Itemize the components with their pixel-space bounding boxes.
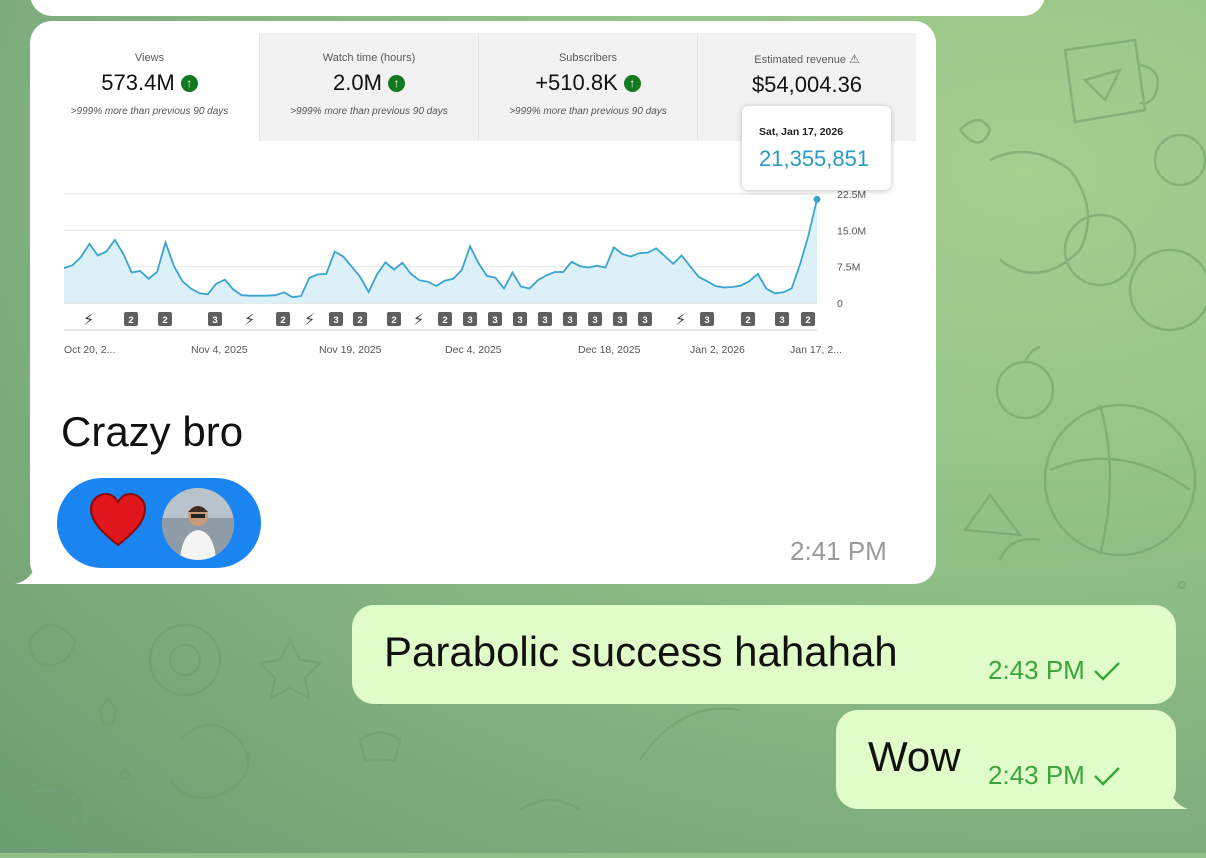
sent-check-icon: [1093, 766, 1120, 786]
stat-label: Subscribers: [558, 52, 618, 64]
chart-area-fill: [64, 199, 817, 303]
upload-count-label: 3: [467, 315, 472, 326]
upload-count-label: 2: [745, 315, 750, 326]
stat-label: Views: [134, 52, 165, 64]
shorts-marker-icon: ⚡: [675, 310, 686, 329]
x-tick-label: Nov 4, 2025: [191, 344, 248, 356]
outgoing-bubble-tail: [1150, 784, 1188, 809]
upload-count-label: 2: [280, 315, 285, 326]
shorts-marker-icon: ⚡: [83, 310, 94, 329]
stat-value: +510.8K: [535, 70, 618, 95]
y-tick-label: 7.5M: [837, 262, 860, 274]
stat-label: Watch time (hours): [322, 52, 416, 64]
stat-compare: >999% more than previous 90 days: [290, 106, 448, 117]
upload-count-label: 2: [162, 315, 167, 326]
sent-check-icon: [1093, 661, 1120, 681]
upload-count-label: 3: [212, 315, 217, 326]
stat-subscribers: Subscribers +510.8K ↑ >999% more than pre…: [478, 33, 697, 141]
stat-value: $54,004.36: [751, 72, 863, 97]
x-tick-label: Dec 4, 2025: [445, 344, 502, 356]
outgoing-message-text: Parabolic success hahahah: [384, 628, 898, 675]
message-timestamp: 2:43 PM: [988, 760, 1085, 790]
upload-count-label: 3: [567, 315, 572, 326]
tooltip-date: Sat, Jan 17, 2026: [759, 126, 844, 138]
stat-compare: >999% more than previous 90 days: [509, 106, 667, 117]
upload-count-label: 3: [542, 315, 547, 326]
stat-value: 573.4M: [101, 70, 175, 95]
y-tick-label: 15.0M: [837, 225, 866, 237]
outgoing-message-text: Wow: [868, 733, 961, 780]
shorts-marker-icon: ⚡: [413, 310, 424, 329]
tooltip-value: 21,355,851: [759, 146, 870, 171]
stat-compare: >999% more than previous 90 days: [70, 106, 229, 117]
x-tick-label: Jan 2, 2026: [690, 344, 745, 356]
upload-count-label: 3: [779, 315, 784, 326]
x-tick-label: Dec 18, 2025: [578, 344, 641, 356]
upload-count-label: 2: [805, 315, 810, 326]
outgoing-message-bubble[interactable]: Wow 2:43 PM: [836, 710, 1176, 809]
upload-count-label: 2: [442, 315, 447, 326]
upload-count-label: 3: [592, 315, 597, 326]
highlighted-point: [813, 195, 821, 203]
chart-tooltip: Sat, Jan 17, 2026 21,355,851: [742, 106, 891, 190]
heart-icon: [89, 492, 147, 547]
stat-label: Estimated revenue: [754, 54, 846, 66]
analytics-screenshot-image[interactable]: Views 573.4M ↑ >999% more than previous 9…: [40, 33, 916, 378]
shorts-marker-icon: ⚡: [304, 310, 315, 329]
incoming-message-text: Crazy bro: [61, 408, 244, 455]
arrow-up-circle-icon: ↑: [387, 74, 405, 92]
message-timestamp: 2:41 PM: [790, 536, 887, 566]
x-tick-label: Nov 19, 2025: [319, 344, 382, 356]
stat-views: Views 573.4M ↑ >999% more than previous 9…: [40, 33, 259, 141]
stat-value: 2.0M: [333, 70, 382, 95]
y-tick-label: 0: [837, 298, 843, 310]
message-timestamp: 2:43 PM: [988, 655, 1085, 685]
stat-watch-time: Watch time (hours) 2.0M ↑ >999% more than…: [259, 33, 478, 141]
upload-count-label: 3: [617, 315, 622, 326]
avatar[interactable]: [162, 488, 234, 560]
y-tick-label: 22.5M: [837, 189, 866, 201]
upload-count-label: 3: [704, 315, 709, 326]
upload-count-label: 3: [517, 315, 522, 326]
upload-count-label: 3: [333, 315, 338, 326]
upload-count-label: 3: [642, 315, 647, 326]
warning-triangle-icon: ⚠: [848, 52, 860, 66]
upload-count-label: 2: [128, 315, 133, 326]
arrow-up-circle-icon: ↑: [623, 74, 641, 92]
previous-message-bubble: [30, 0, 1045, 16]
arrow-up-circle-icon: ↑: [180, 74, 198, 92]
x-tick-label: Jan 17, 2...: [790, 344, 842, 356]
upload-count-label: 3: [492, 315, 497, 326]
outgoing-message-bubble[interactable]: Parabolic success hahahah 2:43 PM: [352, 605, 1176, 704]
shorts-marker-icon: ⚡: [244, 310, 255, 329]
reaction-pill[interactable]: [57, 478, 261, 568]
upload-count-label: 2: [391, 315, 396, 326]
x-tick-label: Oct 20, 2...: [64, 344, 115, 356]
upload-count-label: 2: [357, 315, 362, 326]
